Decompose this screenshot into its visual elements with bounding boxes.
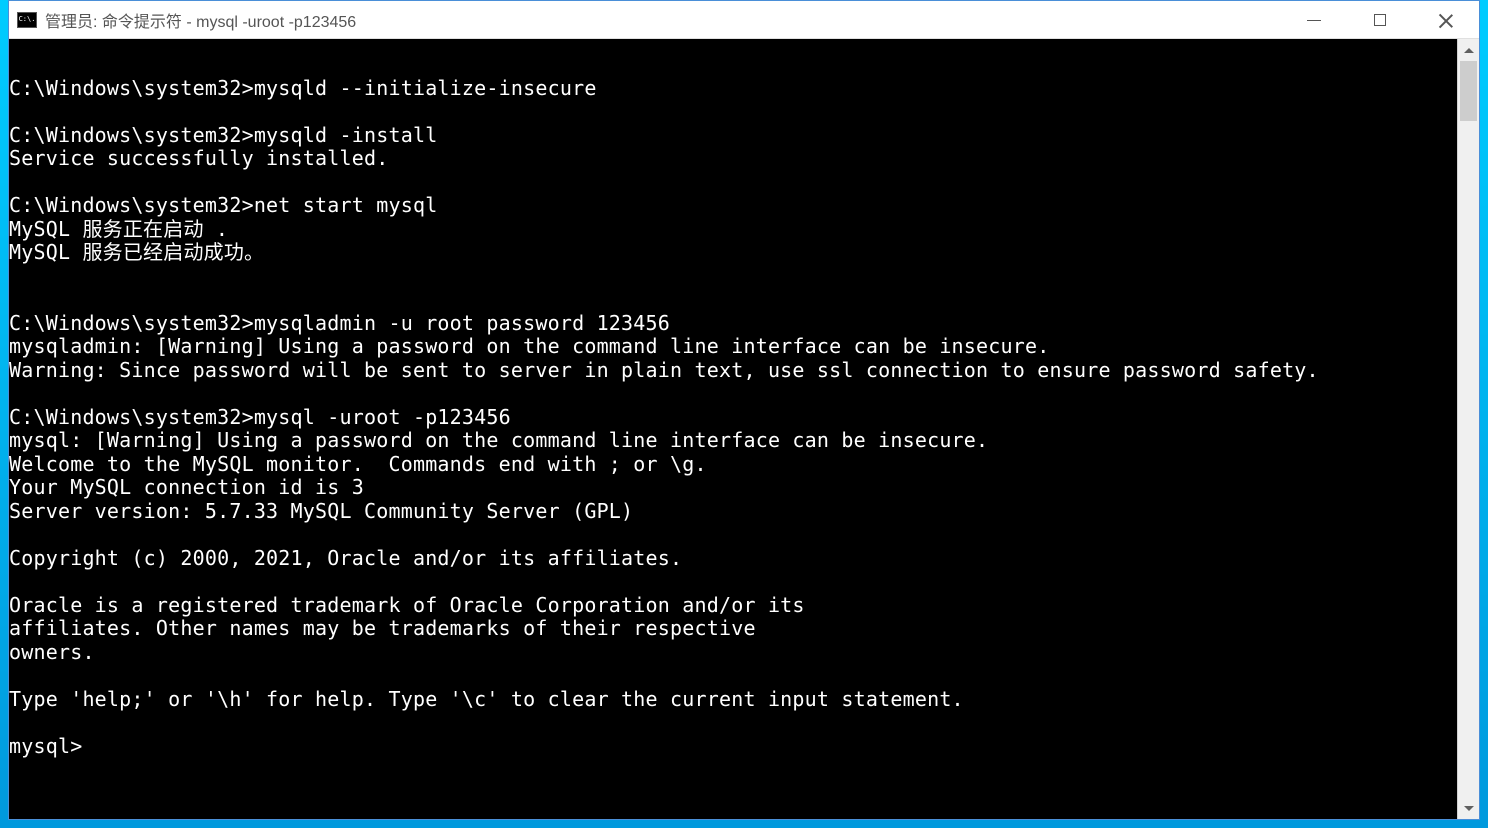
terminal-line <box>9 53 1457 77</box>
terminal-line: affiliates. Other names may be trademark… <box>9 617 1457 641</box>
terminal-line <box>9 570 1457 594</box>
terminal-line: Service successfully installed. <box>9 147 1457 171</box>
terminal-line <box>9 171 1457 195</box>
terminal-line: Copyright (c) 2000, 2021, Oracle and/or … <box>9 547 1457 571</box>
terminal-line: Server version: 5.7.33 MySQL Community S… <box>9 500 1457 524</box>
terminal-line: C:\Windows\system32>mysql -uroot -p12345… <box>9 406 1457 430</box>
terminal-line: C:\Windows\system32>mysqld --initialize-… <box>9 77 1457 101</box>
window-title: 管理员: 命令提示符 - mysql -uroot -p123456 <box>45 8 356 32</box>
maximize-icon <box>1374 14 1386 26</box>
terminal-line: MySQL 服务正在启动 . <box>9 218 1457 242</box>
terminal-output[interactable]: C:\Windows\system32>mysqld --initialize-… <box>9 39 1457 819</box>
terminal-line <box>9 382 1457 406</box>
terminal-line <box>9 100 1457 124</box>
minimize-icon <box>1307 20 1321 21</box>
cmd-icon: C:\. <box>17 12 37 28</box>
terminal-line: C:\Windows\system32>mysqladmin -u root p… <box>9 312 1457 336</box>
vertical-scrollbar <box>1457 39 1479 819</box>
terminal-line: C:\Windows\system32>net start mysql <box>9 194 1457 218</box>
scroll-track[interactable] <box>1458 61 1479 797</box>
terminal-line: Your MySQL connection id is 3 <box>9 476 1457 500</box>
window-controls <box>1281 1 1479 38</box>
scroll-down-button[interactable] <box>1458 797 1479 819</box>
terminal-line <box>9 664 1457 688</box>
terminal-line: MySQL 服务已经启动成功。 <box>9 241 1457 265</box>
terminal-line: Oracle is a registered trademark of Orac… <box>9 594 1457 618</box>
terminal-line <box>9 265 1457 289</box>
terminal-line <box>9 711 1457 735</box>
cmd-window: C:\. 管理员: 命令提示符 - mysql -uroot -p123456 … <box>8 0 1480 820</box>
terminal-line: C:\Windows\system32>mysqld -install <box>9 124 1457 148</box>
terminal-line <box>9 523 1457 547</box>
scroll-up-button[interactable] <box>1458 39 1479 61</box>
maximize-button[interactable] <box>1347 1 1413 39</box>
minimize-button[interactable] <box>1281 1 1347 39</box>
terminal-line: owners. <box>9 641 1457 665</box>
terminal-line: mysql> <box>9 735 1457 759</box>
terminal-line: Warning: Since password will be sent to … <box>9 359 1457 383</box>
close-icon <box>1439 13 1453 27</box>
terminal-line <box>9 288 1457 312</box>
terminal-line: Type 'help;' or '\h' for help. Type '\c'… <box>9 688 1457 712</box>
terminal-line: mysql: [Warning] Using a password on the… <box>9 429 1457 453</box>
scroll-thumb[interactable] <box>1460 61 1477 121</box>
close-button[interactable] <box>1413 1 1479 39</box>
chevron-up-icon <box>1464 48 1474 53</box>
titlebar[interactable]: C:\. 管理员: 命令提示符 - mysql -uroot -p123456 <box>9 1 1479 39</box>
cmd-icon-text: C:\. <box>19 16 36 23</box>
terminal-wrapper: C:\Windows\system32>mysqld --initialize-… <box>9 39 1479 819</box>
terminal-line: Welcome to the MySQL monitor. Commands e… <box>9 453 1457 477</box>
chevron-down-icon <box>1464 806 1474 811</box>
terminal-line: mysqladmin: [Warning] Using a password o… <box>9 335 1457 359</box>
